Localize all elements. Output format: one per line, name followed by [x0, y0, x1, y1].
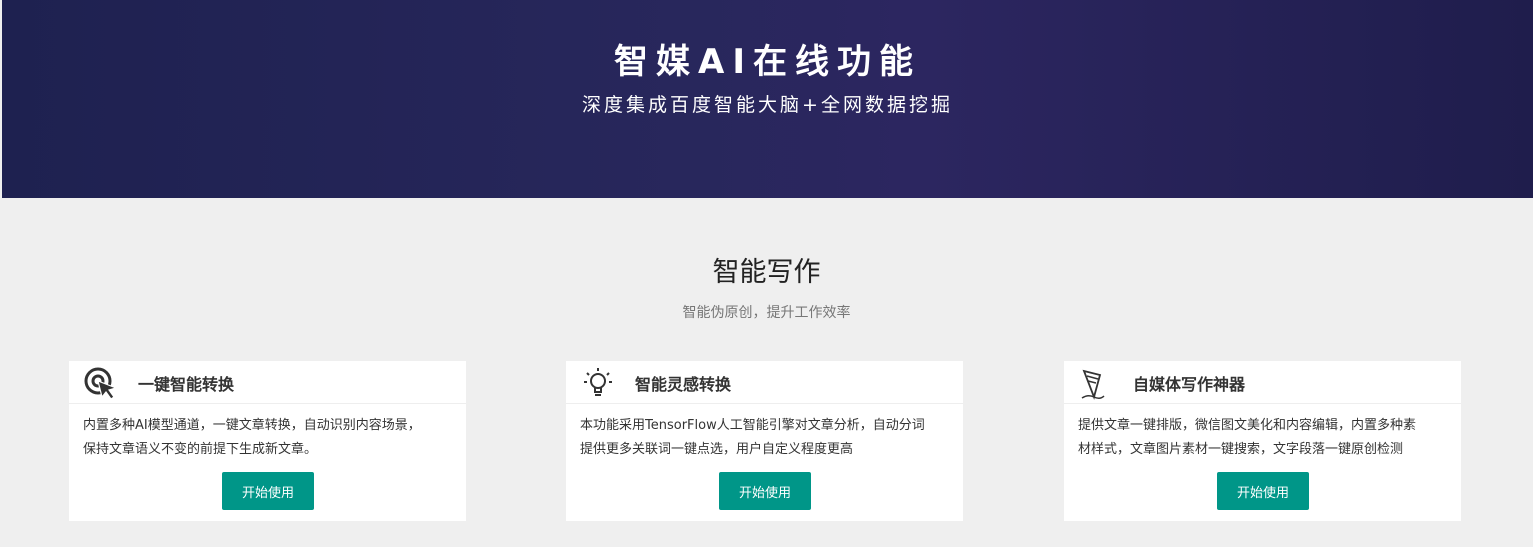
feature-card-inspiration: 智能灵感转换 本功能采用TensorFlow人工智能引擎对文章分析，自动分词 提… — [566, 361, 963, 521]
card-desc-line: 提供文章一键排版，微信图文美化和内容编辑，内置多种素 — [1078, 418, 1417, 433]
card-description: 本功能采用TensorFlow人工智能引擎对文章分析，自动分词 提供更多关联词一… — [580, 414, 952, 462]
card-title: 一键智能转换 — [138, 375, 235, 394]
card-desc-line: 保持文章语义不变的前提下生成新文章。 — [83, 442, 318, 457]
lightbulb-icon — [584, 368, 612, 396]
card-header: 一键智能转换 — [69, 361, 466, 404]
feature-card-writing-tool: 自媒体写作神器 提供文章一键排版，微信图文美化和内容编辑，内置多种素 材样式，文… — [1064, 361, 1461, 521]
card-desc-line: 内置多种AI模型通道，一键文章转换，自动识别内容场景， — [83, 418, 421, 433]
section-subtitle: 智能伪原创，提升工作效率 — [682, 305, 851, 321]
cursor-click-icon — [84, 367, 118, 400]
card-description: 内置多种AI模型通道，一键文章转换，自动识别内容场景， 保持文章语义不变的前提下… — [83, 414, 455, 462]
card-desc-line: 本功能采用TensorFlow人工智能引擎对文章分析，自动分词 — [580, 418, 925, 433]
card-description: 提供文章一键排版，微信图文美化和内容编辑，内置多种素 材样式，文章图片素材一键搜… — [1078, 414, 1450, 462]
start-use-button[interactable]: 开始使用 — [719, 472, 811, 510]
card-title: 自媒体写作神器 — [1133, 375, 1246, 394]
section-title: 智能写作 — [712, 257, 821, 288]
hero-title: 智媒AI在线功能 — [614, 42, 921, 82]
card-header: 自媒体写作神器 — [1064, 361, 1461, 404]
card-desc-line: 材样式，文章图片素材一键搜索，文字段落一键原创检测 — [1078, 442, 1404, 457]
hero-subtitle: 深度集成百度智能大脑+全网数据挖掘 — [582, 94, 953, 116]
start-use-button[interactable]: 开始使用 — [1217, 472, 1309, 510]
hero-banner: 智媒AI在线功能 深度集成百度智能大脑+全网数据挖掘 — [2, 0, 1533, 198]
card-desc-line: 提供更多关联词一键点选，用户自定义程度更高 — [580, 442, 854, 457]
card-title: 智能灵感转换 — [635, 375, 732, 394]
start-use-button[interactable]: 开始使用 — [222, 472, 314, 510]
feature-card-smart-convert: 一键智能转换 内置多种AI模型通道，一键文章转换，自动识别内容场景， 保持文章语… — [69, 361, 466, 521]
card-header: 智能灵感转换 — [566, 361, 963, 404]
pen-writing-icon — [1081, 369, 1105, 400]
